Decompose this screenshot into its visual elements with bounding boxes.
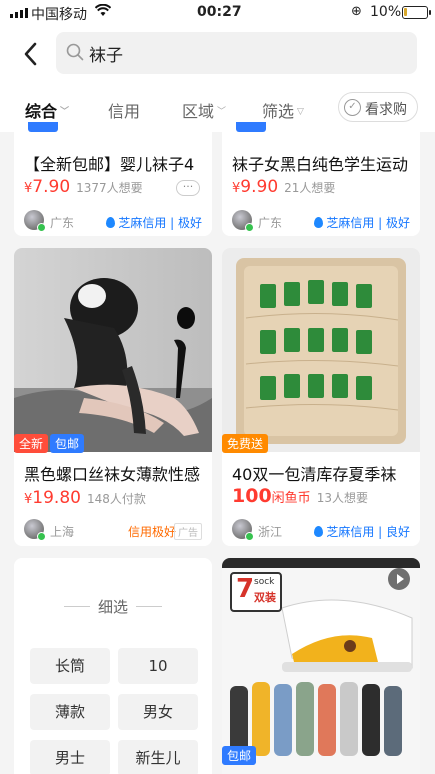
seller-location: 广东: [50, 216, 75, 230]
product-card[interactable]: 【全新包邮】婴儿袜子4 ¥7.90 1377人想要 ··· 广东 芝麻信用 | 极…: [14, 122, 212, 236]
product-title: 黑色螺口丝袜女薄款性感: [24, 465, 201, 484]
credit-rating: 芝麻信用 | 良好: [314, 523, 410, 540]
seller-avatar: [232, 519, 254, 541]
refine-chip[interactable]: 10: [118, 648, 198, 684]
want-buy-toggle[interactable]: ✓ 看求购: [338, 92, 418, 122]
ad-label: 广告: [174, 523, 202, 540]
refine-heading: 细选: [14, 596, 212, 617]
product-card[interactable]: 全新 包邮 黑色螺口丝袜女薄款性感 ¥19.80 148人付款 上海 信用极好 广…: [14, 248, 212, 546]
pack-label: 7 sock 双装: [230, 572, 282, 612]
product-price: ¥19.80 148人付款: [24, 488, 146, 508]
product-price: ¥9.90 21人想要: [232, 177, 336, 197]
more-options-button[interactable]: ···: [176, 180, 200, 196]
badge-free-shipping: 包邮: [50, 434, 85, 453]
refine-chip[interactable]: 男士: [30, 740, 110, 774]
chevron-down-icon: ﹀: [60, 107, 70, 117]
filter-tab-credit[interactable]: 信用: [108, 98, 140, 122]
sesame-credit-icon: [314, 526, 324, 537]
seller-avatar: [232, 210, 254, 232]
product-title: 40双一包清库存夏季袜: [232, 465, 397, 484]
seller-location: 广东: [258, 216, 283, 230]
search-query: 袜子: [89, 46, 123, 66]
sesame-credit-icon: [106, 217, 116, 228]
badge-new: 全新: [14, 434, 49, 453]
funnel-icon: ▽: [297, 107, 304, 117]
credit-rating: 芝麻信用 | 极好: [106, 214, 202, 231]
clock: 00:27: [197, 4, 242, 20]
rotation-lock-icon: ⊕: [351, 4, 362, 19]
status-bar: 中国移动 00:27 ⊕ 10%: [0, 0, 435, 26]
search-header: 袜子: [0, 26, 435, 82]
wifi-icon: [94, 3, 112, 21]
badge-free-shipping: 包邮: [222, 746, 257, 765]
badge-free-gift: 免费送: [222, 434, 269, 453]
chevron-down-icon: ﹀: [217, 107, 227, 117]
battery-icon: [402, 6, 431, 19]
signal-icon: [10, 8, 28, 18]
credit-rating: 信用极好: [127, 525, 176, 539]
sesame-credit-icon: [314, 217, 324, 228]
play-icon[interactable]: [388, 568, 410, 590]
product-title: 袜子女黑白纯色学生运动: [232, 155, 409, 174]
refine-chip[interactable]: 新生儿: [118, 740, 198, 774]
seller-avatar: [24, 519, 46, 541]
check-circle-icon: ✓: [344, 99, 361, 116]
product-image: [14, 248, 212, 452]
seller-avatar: [24, 210, 46, 232]
product-price: ¥7.90 1377人想要: [24, 177, 143, 197]
badge-group: 免费送: [222, 434, 270, 453]
product-price: 100闲鱼币 13人想要: [232, 485, 368, 507]
product-card[interactable]: 7 sock 双装 包邮: [222, 558, 420, 774]
filter-tab-filter[interactable]: 筛选 ▽: [262, 98, 304, 122]
search-input[interactable]: 袜子: [56, 32, 417, 74]
product-image: [222, 248, 420, 452]
product-card[interactable]: 免费送 40双一包清库存夏季袜 100闲鱼币 13人想要 浙江 芝麻信用 | 良好: [222, 248, 420, 546]
credit-rating: 芝麻信用 | 极好: [314, 214, 410, 231]
badge-group: 包邮: [222, 746, 258, 765]
badge-baoyou: [28, 122, 58, 132]
refine-panel: 细选 长筒 10 薄款 男女 男士 新生儿: [14, 558, 212, 774]
battery-percent: 10%: [370, 4, 402, 20]
filter-tab-comprehensive[interactable]: 综合 ﹀: [25, 98, 69, 122]
product-card[interactable]: 袜子女黑白纯色学生运动 ¥9.90 21人想要 广东 芝麻信用 | 极好: [222, 122, 420, 236]
refine-chip[interactable]: 长筒: [30, 648, 110, 684]
refine-chip[interactable]: 男女: [118, 694, 198, 730]
seller-location: 浙江: [258, 525, 283, 539]
back-icon[interactable]: [20, 40, 42, 68]
badge-baoyou: [236, 122, 266, 132]
refine-chip[interactable]: 薄款: [30, 694, 110, 730]
product-title: 【全新包邮】婴儿袜子4: [24, 155, 195, 174]
seller-location: 上海: [50, 525, 75, 539]
filter-tab-region[interactable]: 区域 ﹀: [182, 98, 226, 122]
carrier-name: 中国移动: [31, 7, 87, 23]
badge-group: 全新 包邮: [14, 434, 86, 453]
search-icon: [66, 43, 84, 65]
